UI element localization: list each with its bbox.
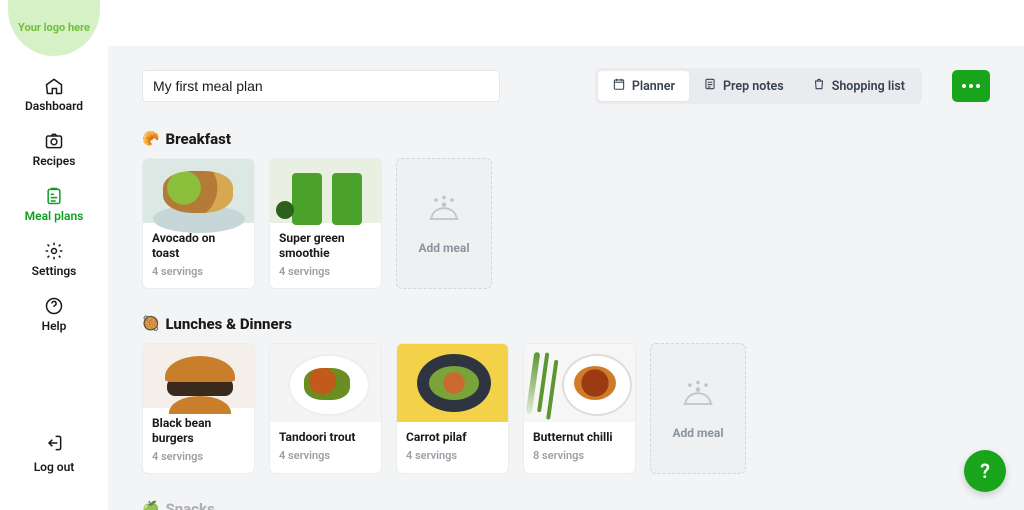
cloche-icon	[422, 192, 466, 231]
add-meal-button[interactable]: Add meal	[650, 343, 746, 474]
question-circle-icon	[44, 296, 64, 316]
nav-label: Help	[42, 319, 67, 333]
meal-servings: 8 servings	[533, 449, 626, 462]
logo-text: Your logo here	[18, 22, 90, 34]
camera-icon	[44, 131, 64, 151]
shopping-bag-icon	[812, 77, 826, 95]
nav-label: Dashboard	[25, 99, 83, 113]
add-meal-button[interactable]: Add meal	[396, 158, 492, 289]
cloche-icon	[676, 377, 720, 416]
meal-thumb	[143, 344, 254, 408]
meal-title: Carrot pilaf	[406, 430, 499, 445]
nav-help[interactable]: Help	[42, 296, 67, 333]
tab-prep-notes[interactable]: Prep notes	[689, 71, 798, 101]
tab-label: Shopping list	[832, 79, 905, 94]
meal-thumb	[143, 159, 254, 223]
clipboard-icon	[44, 186, 64, 206]
section-snacks: 🍏 Snacks	[142, 500, 990, 510]
section-title: Breakfast	[165, 130, 231, 148]
nav-label: Meal plans	[25, 209, 84, 223]
paella-icon: 🥘	[142, 316, 159, 332]
croissant-icon: 🥐	[142, 131, 159, 147]
meal-servings: 4 servings	[279, 265, 372, 278]
tab-label: Planner	[632, 79, 675, 94]
meal-card[interactable]: Avocado on toast 4 servings	[142, 158, 255, 289]
meal-title: Tandoori trout	[279, 430, 372, 445]
help-fab-button[interactable]: ?	[964, 450, 1006, 492]
ellipsis-icon	[962, 84, 980, 88]
tab-planner[interactable]: Planner	[598, 71, 689, 101]
sidebar: Your logo here Dashboard Recipes Meal pl…	[0, 0, 108, 510]
calendar-icon	[612, 77, 626, 95]
section-title: Snacks	[165, 500, 214, 510]
nav-logout[interactable]: Log out	[34, 433, 75, 474]
meal-thumb	[270, 344, 381, 422]
meal-servings: 4 servings	[152, 265, 245, 278]
view-tab-group: Planner Prep notes Shopping list	[595, 68, 922, 104]
meal-card[interactable]: Super green smoothie 4 servings	[269, 158, 382, 289]
nav-label: Log out	[34, 460, 75, 474]
meal-title: Super green smoothie	[279, 231, 372, 261]
meal-card[interactable]: Butternut chilli 8 servings	[523, 343, 636, 474]
meal-thumb	[524, 344, 635, 422]
nav-settings[interactable]: Settings	[32, 241, 77, 278]
logo-placeholder: Your logo here	[8, 0, 100, 56]
meal-card[interactable]: Carrot pilaf 4 servings	[396, 343, 509, 474]
tab-label: Prep notes	[723, 79, 784, 94]
meal-title: Butternut chilli	[533, 430, 626, 445]
meal-title: Avocado on toast	[152, 231, 245, 261]
nav-label: Settings	[32, 264, 77, 278]
apple-icon: 🍏	[142, 501, 159, 510]
main-content: Planner Prep notes Shopping list	[108, 46, 1024, 510]
section-breakfast: 🥐 Breakfast Avocado on toast 4 servings …	[142, 130, 990, 289]
section-lunches-dinners: 🥘 Lunches & Dinners Black bean burgers 4…	[142, 315, 990, 474]
meal-card[interactable]: Tandoori trout 4 servings	[269, 343, 382, 474]
meal-thumb	[270, 159, 381, 223]
nav-meal-plans[interactable]: Meal plans	[25, 186, 84, 223]
add-meal-label: Add meal	[418, 241, 469, 255]
plan-title-input[interactable]	[142, 70, 500, 102]
gear-icon	[44, 241, 64, 261]
meal-title: Black bean burgers	[152, 416, 245, 446]
more-actions-button[interactable]	[952, 70, 990, 102]
logout-icon	[44, 433, 64, 457]
home-icon	[44, 76, 64, 96]
nav-dashboard[interactable]: Dashboard	[25, 76, 83, 113]
meal-servings: 4 servings	[406, 449, 499, 462]
meal-thumb	[397, 344, 508, 422]
nav-label: Recipes	[33, 154, 76, 168]
topbar: Planner Prep notes Shopping list	[142, 68, 990, 104]
notes-icon	[703, 77, 717, 95]
meal-servings: 4 servings	[152, 450, 245, 463]
tab-shopping-list[interactable]: Shopping list	[798, 71, 919, 101]
section-title: Lunches & Dinners	[165, 315, 291, 333]
nav-recipes[interactable]: Recipes	[33, 131, 76, 168]
meal-servings: 4 servings	[279, 449, 372, 462]
meal-card[interactable]: Black bean burgers 4 servings	[142, 343, 255, 474]
question-icon: ?	[980, 459, 990, 483]
add-meal-label: Add meal	[672, 426, 723, 440]
